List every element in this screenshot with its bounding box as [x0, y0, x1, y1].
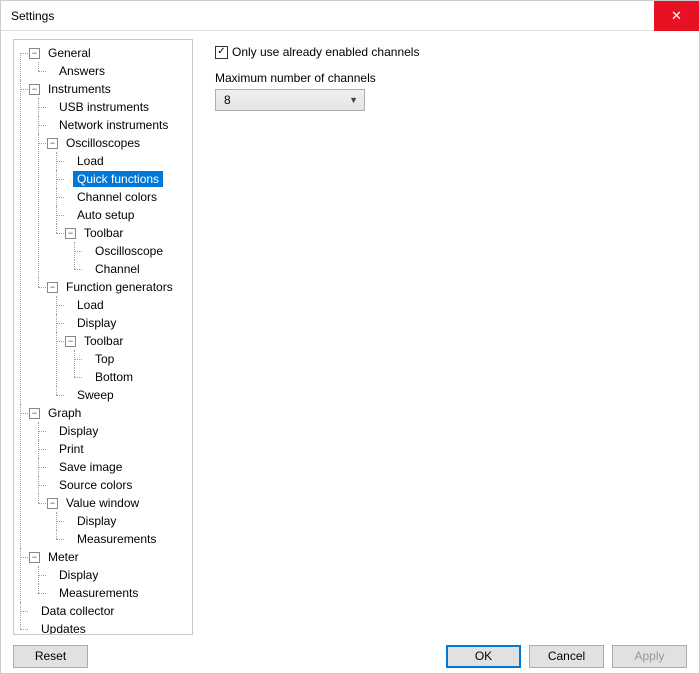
tree-leaf-icon — [29, 624, 33, 635]
tree-item-osc-channel-colors[interactable]: Channel colors — [73, 189, 161, 205]
tree-leaf-icon — [83, 354, 87, 365]
settings-tree: − General Answers − Instruments USB inst… — [16, 44, 190, 635]
tree-item-gr-vw-display[interactable]: Display — [73, 513, 120, 529]
tree-leaf-icon — [47, 444, 51, 455]
settings-detail-panel: ✓ Only use already enabled channels Maxi… — [199, 31, 699, 639]
tree-leaf-icon — [65, 300, 69, 311]
tree-leaf-icon — [65, 390, 69, 401]
tree-leaf-icon — [47, 120, 51, 131]
tree-leaf-icon — [29, 606, 33, 617]
tree-item-data-collector[interactable]: Data collector — [37, 603, 118, 619]
tree-leaf-icon — [47, 462, 51, 473]
max-channels-value: 8 — [224, 93, 231, 107]
tree-leaf-icon — [65, 516, 69, 527]
close-icon: ✕ — [671, 8, 682, 24]
tree-leaf-icon — [47, 588, 51, 599]
max-channels-select[interactable]: 8 ▼ — [215, 89, 365, 111]
cancel-button[interactable]: Cancel — [529, 645, 604, 668]
tree-item-fg-sweep[interactable]: Sweep — [73, 387, 118, 403]
close-button[interactable]: ✕ — [654, 1, 699, 31]
expand-toggle-icon[interactable]: − — [47, 138, 58, 149]
tree-item-network-instruments[interactable]: Network instruments — [55, 117, 172, 133]
tree-leaf-icon — [65, 174, 69, 185]
check-icon: ✓ — [217, 47, 225, 57]
expand-toggle-icon[interactable]: − — [29, 84, 40, 95]
tree-leaf-icon — [47, 426, 51, 437]
tree-item-mt-measurements[interactable]: Measurements — [55, 585, 142, 601]
tree-item-fg-toolbar[interactable]: Toolbar — [80, 333, 127, 349]
titlebar: Settings ✕ — [1, 1, 699, 31]
only-enabled-checkbox[interactable]: ✓ — [215, 46, 228, 59]
tree-item-meter[interactable]: Meter — [44, 549, 83, 565]
only-enabled-row: ✓ Only use already enabled channels — [215, 45, 683, 59]
window-title: Settings — [11, 9, 54, 23]
tree-leaf-icon — [83, 372, 87, 383]
apply-button[interactable]: Apply — [612, 645, 687, 668]
tree-item-osc-tb-oscilloscope[interactable]: Oscilloscope — [91, 243, 167, 259]
expand-toggle-icon[interactable]: − — [65, 336, 76, 347]
tree-item-gr-print[interactable]: Print — [55, 441, 88, 457]
tree-item-function-generators[interactable]: Function generators — [62, 279, 177, 295]
tree-item-graph[interactable]: Graph — [44, 405, 85, 421]
tree-item-gr-save-image[interactable]: Save image — [55, 459, 126, 475]
reset-button[interactable]: Reset — [13, 645, 88, 668]
settings-tree-panel: − General Answers − Instruments USB inst… — [13, 39, 193, 635]
tree-item-usb-instruments[interactable]: USB instruments — [55, 99, 153, 115]
tree-item-fg-tb-bottom[interactable]: Bottom — [91, 369, 137, 385]
tree-leaf-icon — [65, 192, 69, 203]
content-area: − General Answers − Instruments USB inst… — [1, 31, 699, 639]
tree-leaf-icon — [65, 156, 69, 167]
tree-item-osc-tb-channel[interactable]: Channel — [91, 261, 144, 277]
tree-leaf-icon — [47, 66, 51, 77]
expand-toggle-icon[interactable]: − — [47, 282, 58, 293]
tree-leaf-icon — [83, 264, 87, 275]
tree-leaf-icon — [83, 246, 87, 257]
tree-item-updates[interactable]: Updates — [37, 621, 90, 635]
tree-leaf-icon — [65, 534, 69, 545]
ok-button[interactable]: OK — [446, 645, 521, 668]
tree-item-mt-display[interactable]: Display — [55, 567, 102, 583]
tree-item-fg-load[interactable]: Load — [73, 297, 108, 313]
tree-item-oscilloscopes[interactable]: Oscilloscopes — [62, 135, 144, 151]
tree-item-fg-tb-top[interactable]: Top — [91, 351, 118, 367]
only-enabled-label: Only use already enabled channels — [232, 45, 419, 59]
chevron-down-icon: ▼ — [349, 95, 358, 105]
expand-toggle-icon[interactable]: − — [65, 228, 76, 239]
tree-item-general[interactable]: General — [44, 45, 95, 61]
tree-item-gr-display[interactable]: Display — [55, 423, 102, 439]
tree-leaf-icon — [47, 480, 51, 491]
tree-item-osc-auto-setup[interactable]: Auto setup — [73, 207, 138, 223]
expand-toggle-icon[interactable]: − — [29, 48, 40, 59]
dialog-footer: Reset OK Cancel Apply — [1, 639, 699, 673]
tree-leaf-icon — [47, 570, 51, 581]
tree-item-gr-source-colors[interactable]: Source colors — [55, 477, 136, 493]
tree-item-instruments[interactable]: Instruments — [44, 81, 115, 97]
tree-leaf-icon — [47, 102, 51, 113]
expand-toggle-icon[interactable]: − — [29, 552, 40, 563]
tree-item-fg-display[interactable]: Display — [73, 315, 120, 331]
tree-leaf-icon — [65, 318, 69, 329]
tree-item-gr-vw-measurements[interactable]: Measurements — [73, 531, 160, 547]
tree-leaf-icon — [65, 210, 69, 221]
max-channels-label: Maximum number of channels — [215, 71, 683, 85]
tree-item-osc-toolbar[interactable]: Toolbar — [80, 225, 127, 241]
tree-item-osc-quick-functions[interactable]: Quick functions — [73, 171, 163, 187]
tree-item-answers[interactable]: Answers — [55, 63, 109, 79]
expand-toggle-icon[interactable]: − — [29, 408, 40, 419]
tree-item-osc-load[interactable]: Load — [73, 153, 108, 169]
expand-toggle-icon[interactable]: − — [47, 498, 58, 509]
tree-item-gr-value-window[interactable]: Value window — [62, 495, 143, 511]
